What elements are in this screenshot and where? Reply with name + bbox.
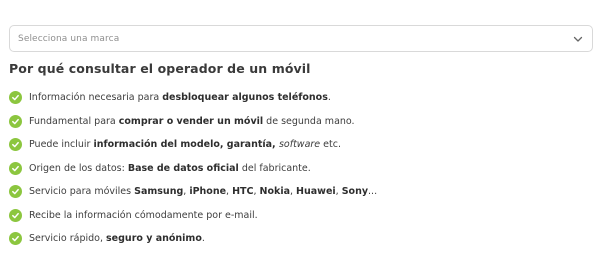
benefit-text-segment: . [201,233,205,245]
benefit-text: Información necesaria para desbloquear a… [29,92,331,103]
benefit-text: Origen de los datos: Base de datos ofici… [29,163,311,174]
benefit-text-bold: Huawei [296,186,336,198]
check-circle-icon [9,185,22,199]
benefit-item: Servicio para móviles Samsung, iPhone, H… [9,180,589,204]
brand-select-placeholder: Selecciona una marca [18,33,120,44]
check-circle-icon [9,91,22,105]
benefit-text-bold: Samsung [134,186,184,198]
benefit-text-segment: Fundamental para [29,115,119,127]
benefit-item: Recibe la información cómodamente por e-… [9,204,589,228]
benefit-item: Fundamental para comprar o vender un móv… [9,110,589,134]
benefit-item: Servicio rápido, seguro y anónimo. [9,227,589,251]
check-circle-icon [9,114,22,128]
check-circle-icon [9,232,22,246]
benefit-item: Información necesaria para desbloquear a… [9,86,589,110]
benefit-text-segment: Recibe la información cómodamente por e-… [29,209,258,221]
page: Selecciona una marca Por qué consultar e… [0,0,600,259]
benefit-text: Puede incluir información del modelo, ga… [29,139,341,150]
benefit-text-segment: Información necesaria para [29,92,163,104]
benefit-text-italic: software [278,139,321,151]
benefit-text-bold: Base de datos oficial [127,162,239,174]
check-circle-icon [9,138,22,152]
benefit-text-bold: iPhone [189,186,227,198]
benefit-text-bold: comprar o vender un móvil [118,115,264,127]
benefit-item: Origen de los datos: Base de datos ofici… [9,157,589,181]
check-circle-icon [9,208,22,222]
section-title: Por qué consultar el operador de un móvi… [9,61,311,76]
check-circle-icon [9,161,22,175]
benefit-text-segment: de segunda mano. [263,115,355,127]
benefit-text-bold: desbloquear algunos teléfonos [162,92,328,104]
brand-select[interactable]: Selecciona una marca [9,25,593,52]
benefit-text-segment: ... [368,186,378,198]
benefit-text: Servicio rápido, seguro y anónimo. [29,233,205,244]
benefit-text-bold: seguro y anónimo [106,233,202,245]
benefit-list: Información necesaria para desbloquear a… [9,86,589,251]
benefit-text-bold: información del modelo, garantía, [93,139,279,151]
benefit-text: Recibe la información cómodamente por e-… [29,210,258,221]
benefit-text: Servicio para móviles Samsung, iPhone, H… [29,186,377,197]
benefit-text-segment: . [327,92,331,104]
benefit-text-segment: Puede incluir [29,139,94,151]
benefit-text-segment: Origen de los datos: [29,162,128,174]
benefit-text-bold: Sony [341,186,369,198]
benefit-item: Puede incluir información del modelo, ga… [9,133,589,157]
benefit-text-segment: Servicio rápido, [29,233,107,245]
benefit-text-bold: Nokia [259,186,290,198]
benefit-text-segment: Servicio para móviles [29,186,135,198]
benefit-text-segment: etc. [320,139,341,151]
benefit-text-segment: del fabricante. [238,162,311,174]
benefit-text-bold: HTC [232,186,254,198]
chevron-down-icon[interactable] [572,33,584,45]
benefit-text: Fundamental para comprar o vender un móv… [29,116,355,127]
